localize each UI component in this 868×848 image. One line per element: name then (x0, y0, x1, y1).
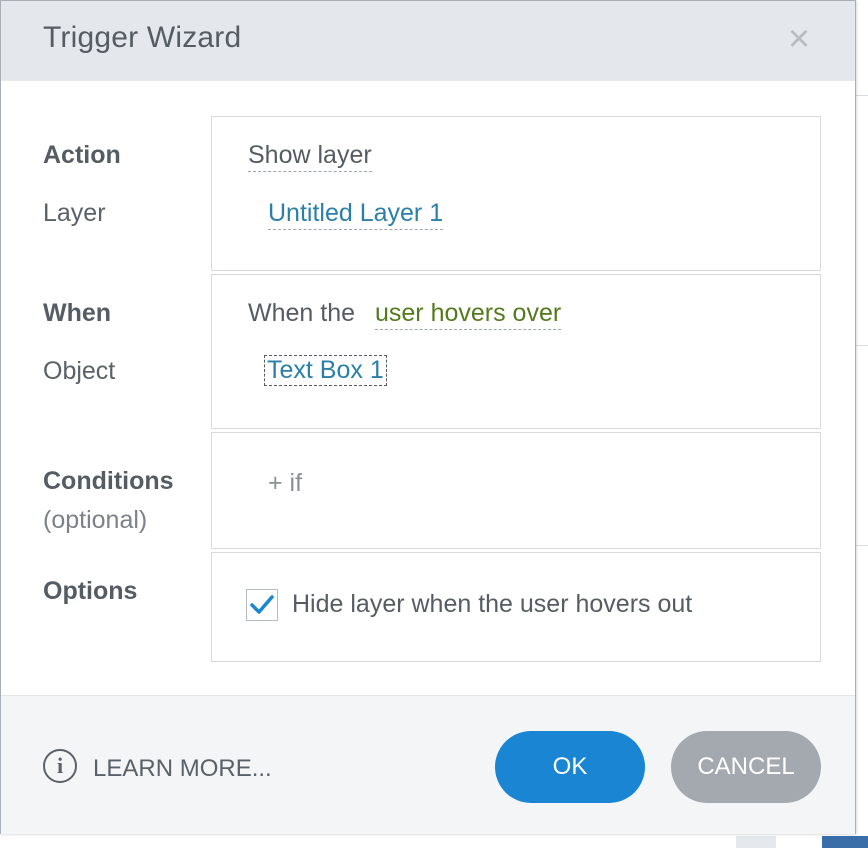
ok-button[interactable]: OK (495, 731, 645, 803)
layer-select[interactable]: Untitled Layer 1 (268, 199, 444, 230)
info-icon[interactable]: i (43, 749, 77, 783)
conditions-label: Conditions (43, 467, 174, 495)
background-divider (856, 345, 868, 346)
action-select[interactable]: Show layer (248, 141, 372, 172)
when-prefix: When the (248, 299, 356, 327)
when-label: When (43, 299, 112, 327)
layer-label: Layer (43, 199, 106, 227)
trigger-wizard-dialog: Trigger Wizard × Action Layer Show layer… (0, 0, 856, 834)
conditions-optional-label: (optional) (43, 506, 148, 534)
background-divider (856, 545, 868, 546)
object-label: Object (43, 357, 116, 385)
background-app-control (822, 836, 868, 848)
action-panel: Show layer Untitled Layer 1 (211, 116, 821, 271)
conditions-panel: + if (211, 432, 821, 549)
object-select[interactable]: Text Box 1 (264, 355, 387, 386)
background-divider (856, 95, 868, 96)
action-label: Action (43, 141, 121, 169)
learn-more-link[interactable]: LEARN MORE... (93, 755, 272, 783)
background-app-control (736, 836, 776, 848)
hide-layer-label[interactable]: Hide layer when the user hovers out (292, 590, 692, 619)
close-icon[interactable]: × (781, 19, 817, 59)
checkmark-icon (250, 595, 274, 614)
when-panel: When the user hovers over Text Box 1 (211, 274, 821, 429)
dialog-title: Trigger Wizard (43, 21, 242, 54)
options-panel: Hide layer when the user hovers out (211, 552, 821, 662)
add-condition-button[interactable]: + if (268, 469, 302, 498)
background-app-edge (858, 0, 868, 848)
hide-layer-checkbox[interactable] (246, 589, 278, 621)
event-select[interactable]: user hovers over (375, 299, 562, 330)
options-label: Options (43, 577, 138, 605)
dialog-titlebar: Trigger Wizard × (1, 1, 855, 81)
cancel-button[interactable]: CANCEL (671, 731, 821, 803)
